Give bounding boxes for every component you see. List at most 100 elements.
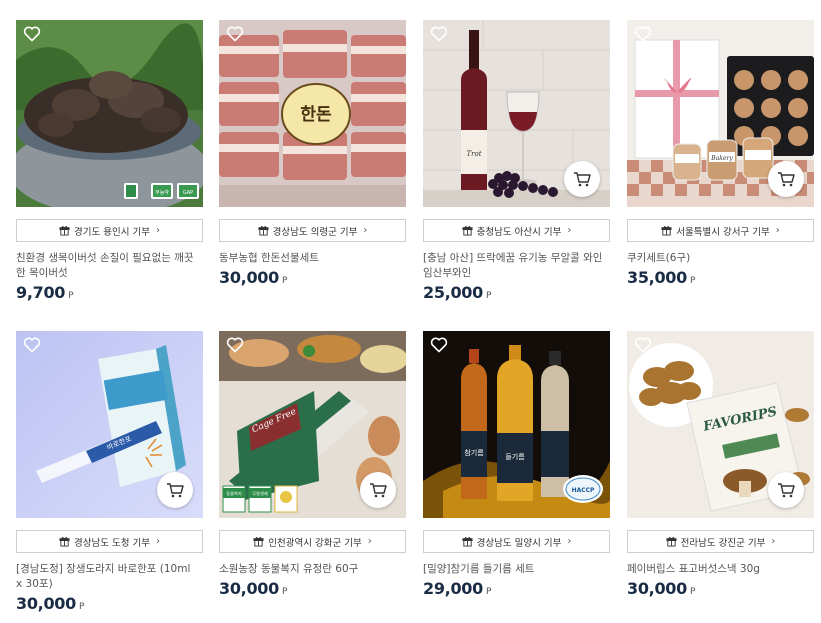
chevron-right-icon: ›: [775, 225, 780, 236]
svg-text:HACCP: HACCP: [572, 487, 595, 494]
heart-icon[interactable]: [226, 337, 244, 353]
product-card[interactable]: Cage Free 동물복지 무항생제 인천광역시 강화군 기부 › 소원농장 …: [219, 331, 406, 598]
price-currency: P: [281, 276, 288, 286]
heart-icon[interactable]: [430, 26, 448, 42]
product-price: 29,000 P: [423, 579, 610, 598]
product-name[interactable]: [밀양]참기름 들기름 세트: [423, 562, 610, 577]
heart-icon[interactable]: [23, 26, 41, 42]
add-to-cart-button[interactable]: [360, 472, 396, 508]
product-card[interactable]: 무농약 GAP 경기도 용인시 기부 › 친환경 생목이버섯 손질이 필요없는 …: [16, 20, 203, 302]
donation-region-button[interactable]: 인천광역시 강화군 기부 ›: [219, 530, 406, 553]
donation-region-button[interactable]: 경기도 용인시 기부 ›: [16, 219, 203, 242]
svg-text:동물복지: 동물복지: [226, 490, 242, 497]
gift-icon: [462, 537, 473, 547]
product-image[interactable]: FAVORIPS: [627, 331, 814, 518]
price-currency: P: [689, 587, 696, 597]
heart-icon[interactable]: [430, 337, 448, 353]
product-name[interactable]: [경남도정] 장생도라지 바로한포 (10ml x 30포): [16, 562, 203, 592]
heart-icon[interactable]: [634, 26, 652, 42]
donation-region-label: 경상남도 의령군 기부: [272, 226, 358, 238]
donation-region-label: 경기도 용인시 기부: [74, 226, 150, 238]
svg-text:GAP: GAP: [183, 190, 193, 196]
donation-region-label: 전라남도 강진군 기부: [680, 537, 766, 549]
svg-text:무농약: 무농약: [155, 189, 169, 196]
svg-text:한돈: 한돈: [300, 105, 332, 125]
product-card[interactable]: Bakery 서울특별시 강서구 기부 › 쿠키세트(6구) 35,000 P: [627, 20, 814, 287]
product-name[interactable]: 소원농장 동물복지 유정란 60구: [219, 562, 406, 577]
product-price: 30,000 P: [16, 594, 203, 613]
product-name[interactable]: 쿠키세트(6구): [627, 251, 814, 266]
product-card[interactable]: FAVORIPS 전라남도 강진군 기부 › 페이버립스 표고버섯스낵 30g …: [627, 331, 814, 598]
pork-gift-set-image: 한돈: [219, 20, 406, 207]
price-value: 29,000: [423, 579, 483, 598]
price-value: 30,000: [219, 268, 279, 287]
donation-region-label: 경상남도 밀양시 기부: [476, 537, 562, 549]
chevron-right-icon: ›: [367, 536, 372, 547]
chevron-right-icon: ›: [567, 225, 572, 236]
product-price: 30,000 P: [219, 579, 406, 598]
donation-region-label: 인천광역시 강화군 기부: [268, 537, 362, 549]
product-name[interactable]: 페이버립스 표고버섯스낵 30g: [627, 562, 814, 577]
gift-icon: [59, 537, 70, 547]
gift-icon: [661, 226, 672, 236]
product-price: 9,700 P: [16, 283, 203, 302]
product-image[interactable]: 참기름 들기름 HACCP: [423, 331, 610, 518]
product-card[interactable]: 참기름 들기름 HACCP 경상남도 밀양시 기부 › [밀양]참기름 들기름 …: [423, 331, 610, 598]
price-value: 30,000: [627, 579, 687, 598]
price-value: 30,000: [219, 579, 279, 598]
chevron-right-icon: ›: [155, 536, 160, 547]
product-name[interactable]: [충남 아산] 뜨락에꿈 유기농 무알콜 와인 임산부와인: [423, 251, 610, 281]
donation-region-label: 경상남도 도청 기부: [74, 537, 150, 549]
heart-icon[interactable]: [23, 337, 41, 353]
product-image[interactable]: 바로한포: [16, 331, 203, 518]
donation-region-button[interactable]: 충청남도 아산시 기부 ›: [423, 219, 610, 242]
product-card[interactable]: Trot 충청남도 아산시 기부 › [충남 아산] 뜨락에꿈 유기농 무알콜 …: [423, 20, 610, 302]
price-value: 9,700: [16, 283, 66, 302]
product-card[interactable]: 바로한포 경상남도 도청 기부 › [경남도정] 장생도라지 바로한포 (10m…: [16, 331, 203, 613]
price-currency: P: [485, 291, 492, 301]
add-to-cart-button[interactable]: [157, 472, 193, 508]
cart-icon: [778, 172, 795, 187]
gift-icon: [462, 226, 473, 236]
product-price: 35,000 P: [627, 268, 814, 287]
chevron-right-icon: ›: [771, 536, 776, 547]
product-image[interactable]: Bakery: [627, 20, 814, 207]
price-value: 30,000: [16, 594, 76, 613]
add-to-cart-button[interactable]: [768, 472, 804, 508]
donation-region-button[interactable]: 전라남도 강진군 기부 ›: [627, 530, 814, 553]
cart-icon: [370, 483, 387, 498]
donation-region-button[interactable]: 경상남도 도청 기부 ›: [16, 530, 203, 553]
svg-text:참기름: 참기름: [464, 448, 484, 457]
price-currency: P: [281, 587, 288, 597]
heart-icon[interactable]: [226, 26, 244, 42]
donation-region-button[interactable]: 서울특별시 강서구 기부 ›: [627, 219, 814, 242]
product-image[interactable]: Cage Free 동물복지 무항생제: [219, 331, 406, 518]
product-card[interactable]: 한돈 경상남도 의령군 기부 › 동부농협 한돈선물세트 30,000 P: [219, 20, 406, 287]
product-price: 30,000 P: [627, 579, 814, 598]
donation-region-button[interactable]: 경상남도 밀양시 기부 ›: [423, 530, 610, 553]
product-name[interactable]: 동부농협 한돈선물세트: [219, 251, 406, 266]
donation-region-label: 서울특별시 강서구 기부: [676, 226, 770, 238]
svg-text:들기름: 들기름: [505, 452, 525, 461]
add-to-cart-button[interactable]: [564, 161, 600, 197]
gift-icon: [253, 537, 264, 547]
product-image[interactable]: 한돈: [219, 20, 406, 207]
chevron-right-icon: ›: [363, 225, 368, 236]
product-image[interactable]: Trot: [423, 20, 610, 207]
price-currency: P: [78, 602, 85, 612]
heart-icon[interactable]: [634, 337, 652, 353]
gift-icon: [59, 226, 70, 236]
chevron-right-icon: ›: [567, 536, 572, 547]
wood-ear-mushroom-image: 무농약 GAP: [16, 20, 203, 207]
svg-text:Trot: Trot: [466, 150, 481, 158]
price-currency: P: [68, 291, 74, 301]
chevron-right-icon: ›: [155, 225, 160, 236]
add-to-cart-button[interactable]: [768, 161, 804, 197]
donation-region-button[interactable]: 경상남도 의령군 기부 ›: [219, 219, 406, 242]
price-currency: P: [689, 276, 696, 286]
price-value: 25,000: [423, 283, 483, 302]
sesame-oil-set-image: 참기름 들기름 HACCP: [423, 331, 610, 518]
product-name[interactable]: 친환경 생목이버섯 손질이 필요없는 깨끗한 목이버섯: [16, 251, 203, 281]
product-image[interactable]: 무농약 GAP: [16, 20, 203, 207]
price-value: 35,000: [627, 268, 687, 287]
